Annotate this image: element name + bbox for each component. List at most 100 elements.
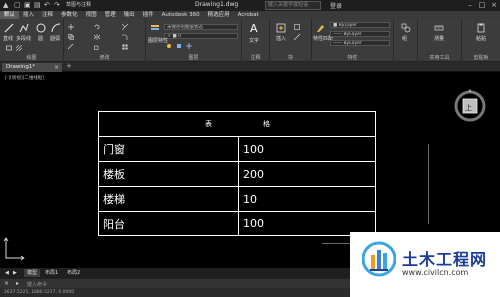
table-cell: 100 [243,217,264,230]
table-cell: 楼梯 [103,193,125,206]
watermark-title: 土木工程网 [402,250,488,269]
tab-acrobat[interactable]: Acrobat [234,11,263,19]
layer-freeze-icon[interactable] [186,43,192,49]
cad-table[interactable]: 表 格 门窗 100 楼板 200 楼梯 10 阳台 100 [98,111,376,236]
scale-icon[interactable] [94,44,100,50]
rectangle-icon[interactable] [6,45,12,51]
table-cell: 楼板 [103,168,125,181]
table-cell: 10 [243,192,257,206]
close-tab-icon[interactable]: × [54,63,59,72]
mirror-icon[interactable] [94,34,100,40]
measure-icon[interactable] [434,23,444,33]
command-line[interactable]: × ▸ 键入命令 [0,278,350,288]
arc-icon[interactable] [51,23,61,33]
create-block-icon[interactable] [294,24,300,30]
tab-view[interactable]: 视图 [82,11,101,19]
move-icon[interactable] [68,24,74,30]
coordinates-readout: 2637.5225, 1880.5217, 0.0000 [4,290,75,295]
workspace-label[interactable]: 草图与注释 [66,1,91,10]
document-title: Drawing1.dwg [195,1,239,8]
stretch-icon[interactable] [68,44,74,50]
line-icon[interactable] [4,23,14,33]
next-layout-icon[interactable]: ▶ [10,269,20,277]
text-label: 文字 [249,38,260,44]
layer-state-combo[interactable]: 未保存的图层状态 [164,24,238,30]
polyline-icon[interactable] [19,23,29,33]
utilities-group: 测量 实用工具 [418,19,462,62]
copy-icon[interactable] [68,34,74,40]
fillet-icon[interactable] [122,34,128,40]
tab-annotate[interactable]: 注释 [38,11,57,19]
annotation-group: A 文字 注释 [242,19,270,62]
text-icon[interactable]: A [250,22,258,35]
lineweight-combo[interactable]: —— ByLayer [330,40,390,46]
undo-icon[interactable]: ↶ [44,1,50,10]
group-icon[interactable] [401,23,411,33]
group-label: 组 [402,36,408,42]
redo-icon[interactable]: ↷ [54,1,60,10]
tab-plugins[interactable]: 插件 [139,11,158,19]
tab-insert[interactable]: 插入 [19,11,38,19]
tab-default[interactable]: 默认 [0,11,20,19]
groups-group: 组 [394,19,418,62]
tab-model[interactable]: 模型 [24,269,41,277]
layer-isolate-icon[interactable] [176,43,182,49]
save-icon[interactable]: ▤ [34,1,41,10]
login-link[interactable]: 登录 [330,1,342,10]
match-properties-icon[interactable] [315,23,325,33]
close-command-icon[interactable]: × [4,280,9,287]
new-icon[interactable]: ▢ [14,1,21,10]
cursor-crosshair [322,243,352,244]
new-tab-icon[interactable]: + [66,62,72,70]
navigation-bar[interactable] [428,144,429,224]
array-icon[interactable] [122,44,128,50]
clipboard-group: 粘贴 剪贴板 [462,19,500,62]
viewport-controls[interactable]: [-][俯视][二维线框] [5,75,44,81]
minimize-icon[interactable]: – [464,0,476,11]
current-layer-combo[interactable]: ☼ ■ 0 [164,33,238,39]
tab-autodesk360[interactable]: Autodesk 360 [158,11,204,19]
maximize-icon[interactable]: □ [476,0,488,11]
table-cell: 200 [243,167,264,181]
hatch-icon[interactable] [16,45,22,51]
table-row: 门窗 100 [99,137,375,162]
title-bar: ▲ ▢ ▣ ▤ ↶ ↷ 草图与注释 Drawing1.dwg 键入关键字或短语 … [0,0,500,11]
tab-manage[interactable]: 管理 [101,11,120,19]
layer-properties-icon[interactable] [150,23,160,33]
close-icon[interactable]: × [488,0,500,11]
insert-label: 插入 [276,36,287,42]
tab-output[interactable]: 输出 [120,11,139,19]
watermark: 土木工程网 www.civilcn.com [350,232,500,297]
tab-parametric[interactable]: 参数化 [57,11,82,19]
modify-group-label: 修改 [99,55,110,61]
search-input[interactable]: 键入关键字或短语 [265,1,321,10]
open-icon[interactable]: ▣ [24,1,31,10]
linetype-value: ByLayer [343,32,362,37]
linetype-combo[interactable]: —— ByLayer [330,31,390,37]
paste-icon[interactable] [476,23,486,33]
tab-layout1[interactable]: 布局1 [42,269,61,277]
command-input[interactable]: 键入命令 [27,281,47,288]
file-tab-label: Drawing1* [6,64,36,70]
table-row: 楼梯 10 [99,187,375,212]
viewcube-top-label: 上 [465,104,472,112]
table-cell: 阳台 [103,217,125,231]
watermark-logo-icon [362,241,396,277]
file-tab-drawing1[interactable]: Drawing1* × [2,63,62,72]
file-tabs: Drawing1* × + [0,62,500,72]
paste-label: 粘贴 [476,36,487,42]
circle-label: 圆 [38,36,44,42]
circle-icon[interactable] [36,23,46,33]
color-combo[interactable]: ■ ByLayer [330,22,390,28]
edit-block-icon[interactable] [294,34,300,40]
table-row: 阳台 100 [99,212,375,235]
tab-featured-apps[interactable]: 精选应用 [204,11,234,19]
insert-block-icon[interactable] [276,23,286,33]
rotate-icon[interactable] [94,24,100,30]
layers-group-label: 图层 [188,55,199,61]
app-menu-icon[interactable]: ▲ [3,1,8,10]
trim-icon[interactable] [122,24,128,30]
ucs-icon [3,237,25,261]
measure-label: 测量 [434,36,445,42]
tab-layout2[interactable]: 布局2 [64,269,83,277]
